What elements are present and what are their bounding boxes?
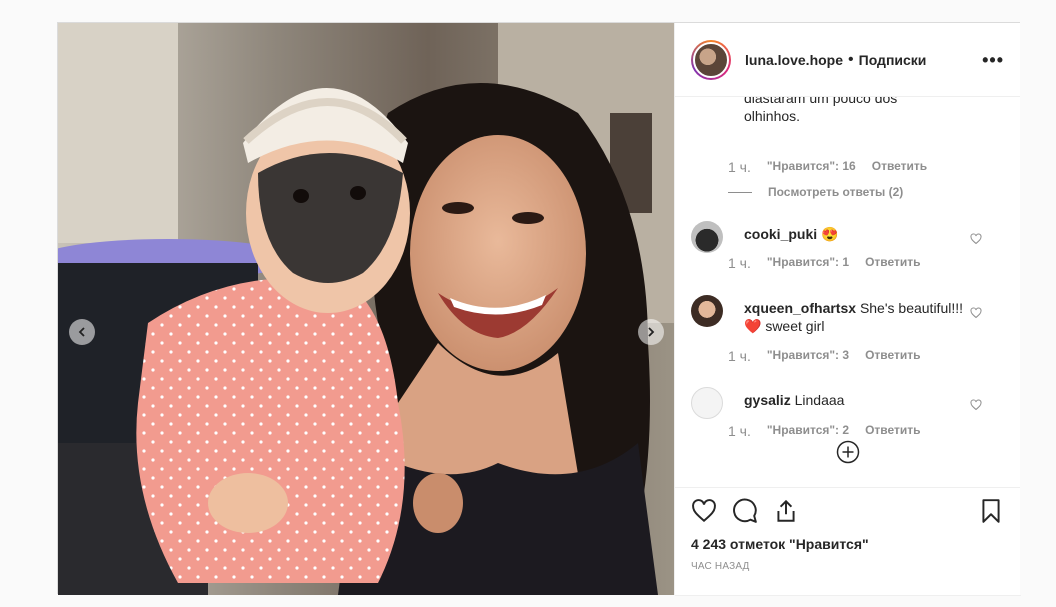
chevron-right-icon bbox=[648, 327, 655, 337]
comments-list[interactable]: diastaram um pouco dos olhinhos. 1 ч. "Н… bbox=[675, 97, 1020, 487]
comment-icon[interactable] bbox=[732, 498, 758, 524]
comment-text-wrap: xqueen_ofhartsx She's beautiful!!! ❤️ sw… bbox=[744, 299, 964, 335]
author-avatar[interactable] bbox=[691, 39, 731, 80]
comment-time: 1 ч. bbox=[728, 348, 751, 364]
post-header: luna.love.hope • Подписки ••• bbox=[675, 23, 1020, 97]
comment-text: Lindaaa bbox=[794, 392, 845, 408]
comment-meta: 1 ч. "Нравится": 2 Ответить bbox=[728, 423, 921, 439]
view-replies-button[interactable]: Посмотреть ответы (2) bbox=[728, 185, 903, 199]
plus-circle-icon[interactable] bbox=[836, 440, 860, 464]
comment-time: 1 ч. bbox=[728, 423, 751, 439]
author-username[interactable]: luna.love.hope bbox=[745, 52, 843, 68]
following-button[interactable]: Подписки bbox=[859, 52, 927, 68]
comment-text: diastaram um pouco dos olhinhos. bbox=[744, 97, 898, 124]
commenter-avatar[interactable] bbox=[691, 221, 723, 253]
comment-text-wrap: cooki_puki 😍 bbox=[744, 225, 964, 243]
commenter-avatar[interactable] bbox=[691, 295, 723, 327]
like-comment-heart-icon[interactable] bbox=[970, 233, 982, 245]
instagram-post: luna.love.hope • Подписки ••• diastaram … bbox=[57, 22, 1021, 596]
commenter-username[interactable]: cooki_puki bbox=[744, 226, 817, 242]
comment-partial: diastaram um pouco dos olhinhos. bbox=[691, 97, 1004, 129]
comment-text-wrap: gysaliz Lindaaa bbox=[744, 391, 964, 409]
likes-count[interactable]: 4 243 отметок "Нравится" bbox=[691, 536, 869, 552]
comment-meta: 1 ч. "Нравится": 16 Ответить bbox=[728, 159, 927, 175]
comment-meta: 1 ч. "Нравится": 3 Ответить bbox=[728, 348, 921, 364]
replies-divider bbox=[728, 191, 752, 193]
reply-button[interactable]: Ответить bbox=[865, 255, 920, 271]
reply-button[interactable]: Ответить bbox=[865, 348, 920, 364]
bookmark-icon[interactable] bbox=[978, 498, 1004, 524]
action-icons bbox=[691, 498, 1004, 528]
comment-time: 1 ч. bbox=[728, 159, 751, 175]
like-comment-heart-icon[interactable] bbox=[970, 399, 982, 411]
comment-item: xqueen_ofhartsx She's beautiful!!! ❤️ sw… bbox=[691, 295, 1004, 355]
comment-item: cooki_puki 😍 bbox=[691, 221, 1004, 281]
post-sidebar: luna.love.hope • Подписки ••• diastaram … bbox=[674, 23, 1021, 596]
comment-meta: 1 ч. "Нравится": 1 Ответить bbox=[728, 255, 921, 271]
post-photo-image bbox=[58, 23, 674, 595]
commenter-avatar[interactable] bbox=[691, 387, 723, 419]
post-photo[interactable] bbox=[58, 23, 674, 595]
comment-text: 😍 bbox=[821, 226, 839, 242]
heart-icon[interactable] bbox=[691, 498, 717, 524]
post-time: час назад bbox=[691, 561, 750, 572]
header-separator: • bbox=[848, 50, 854, 68]
commenter-username[interactable]: xqueen_ofhartsx bbox=[744, 300, 856, 316]
view-replies-label: Посмотреть ответы (2) bbox=[768, 185, 904, 199]
more-options-icon[interactable]: ••• bbox=[982, 51, 1004, 69]
next-photo-button[interactable] bbox=[638, 319, 664, 345]
chevron-left-icon bbox=[78, 327, 85, 337]
reply-button[interactable]: Ответить bbox=[872, 159, 927, 175]
share-icon[interactable] bbox=[773, 498, 799, 524]
comment-input-divider bbox=[675, 595, 1021, 607]
comment-likes[interactable]: "Нравится": 2 bbox=[767, 423, 849, 439]
comment-likes[interactable]: "Нравится": 1 bbox=[767, 255, 849, 271]
commenter-username[interactable]: gysaliz bbox=[744, 392, 791, 408]
comment-time: 1 ч. bbox=[728, 255, 751, 271]
like-comment-heart-icon[interactable] bbox=[970, 307, 982, 319]
reply-button[interactable]: Ответить bbox=[865, 423, 920, 439]
prev-photo-button[interactable] bbox=[69, 319, 95, 345]
comment-likes[interactable]: "Нравится": 3 bbox=[767, 348, 849, 364]
post-actions: 4 243 отметок "Нравится" час назад bbox=[675, 487, 1020, 595]
comment-likes[interactable]: "Нравится": 16 bbox=[767, 159, 856, 175]
